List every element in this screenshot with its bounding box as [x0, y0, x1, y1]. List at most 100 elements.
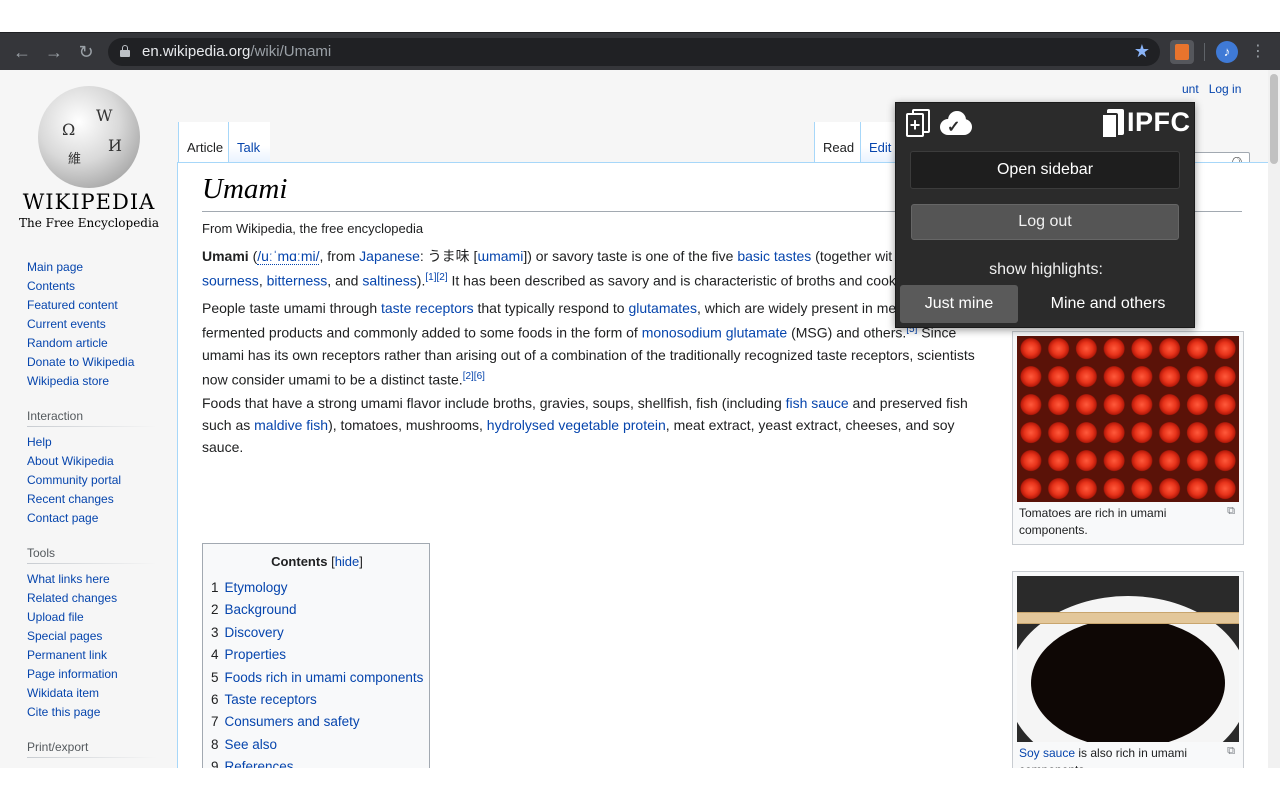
msg-link[interactable]: monosodium glutamate: [642, 325, 788, 341]
toc-link[interactable]: Taste receptors: [225, 692, 317, 707]
sidebar-link[interactable]: Cite this page: [27, 703, 157, 722]
sidebar-link[interactable]: About Wikipedia: [27, 452, 157, 471]
tomatoes-image[interactable]: [1017, 336, 1239, 502]
lock-icon[interactable]: [120, 45, 130, 57]
sidebar-link[interactable]: What links here: [27, 570, 157, 589]
toc-item[interactable]: 6 Taste receptors: [211, 692, 317, 707]
toc-item[interactable]: 8 See also: [211, 737, 277, 752]
toc-number: 1: [211, 580, 219, 595]
forward-icon[interactable]: →: [44, 42, 64, 62]
create-account-link[interactable]: unt: [1182, 82, 1199, 96]
toc-link[interactable]: Background: [225, 602, 297, 617]
toc-number: 4: [211, 647, 219, 663]
toc-item[interactable]: 9 References: [211, 759, 294, 768]
toc-link[interactable]: References: [225, 759, 294, 768]
toc-item[interactable]: 5 Foods rich in umami components: [211, 670, 423, 685]
text: People taste umami through: [202, 300, 381, 316]
sidebar-link[interactable]: Page information: [27, 665, 157, 684]
maldive-fish-link[interactable]: maldive fish: [254, 417, 328, 433]
sidebar-link[interactable]: Permanent link: [27, 646, 157, 665]
sidebar-link[interactable]: Wikipedia store: [27, 372, 157, 391]
japanese-link[interactable]: Japanese: [359, 248, 420, 264]
extension-icon[interactable]: [1170, 40, 1194, 64]
bitterness-link[interactable]: bitterness: [267, 273, 328, 289]
back-icon[interactable]: ←: [12, 42, 32, 62]
sidebar-heading: Tools: [27, 544, 157, 564]
sidebar-link[interactable]: Random article: [27, 334, 157, 353]
toc-item[interactable]: 2 Background: [211, 602, 297, 617]
profile-avatar[interactable]: ♪: [1216, 41, 1238, 63]
tab-edit[interactable]: Edit: [860, 122, 900, 162]
saltiness-link[interactable]: saltiness: [362, 273, 416, 289]
just-mine-option[interactable]: Just mine: [900, 285, 1018, 323]
sidebar-link[interactable]: Download as PDF: [27, 764, 157, 768]
enlarge-icon[interactable]: ⧉: [1227, 505, 1235, 518]
sidebar-link[interactable]: Contact page: [27, 509, 157, 528]
tab-talk[interactable]: Talk: [228, 122, 270, 162]
text: (together wit: [811, 248, 893, 264]
sidebar-link[interactable]: Current events: [27, 315, 157, 334]
toc-item[interactable]: 3 Discovery: [211, 625, 284, 640]
toc-item[interactable]: 7 Consumers and safety: [211, 714, 360, 729]
mine-and-others-option[interactable]: Mine and others: [1024, 285, 1192, 323]
log-in-link[interactable]: Log in: [1209, 82, 1242, 96]
scrollbar-thumb[interactable]: [1270, 74, 1278, 164]
toc-number: 5: [211, 669, 219, 685]
toc-link[interactable]: Properties: [225, 647, 287, 662]
enlarge-icon[interactable]: ⧉: [1227, 745, 1235, 758]
sourness-link[interactable]: sourness: [202, 273, 259, 289]
star-icon[interactable]: ★: [1134, 41, 1150, 62]
toc-link[interactable]: Foods rich in umami components: [225, 670, 424, 685]
soy-sauce-image[interactable]: [1017, 576, 1239, 742]
sidebar-link[interactable]: Help: [27, 433, 157, 452]
toc-link[interactable]: Discovery: [225, 625, 284, 640]
fish-sauce-link[interactable]: fish sauce: [786, 395, 849, 411]
toolbar-divider: [1204, 43, 1205, 61]
toc-item[interactable]: 4 Properties: [211, 647, 286, 662]
wordmark: WIKIPEDIA: [22, 190, 156, 214]
glutamates-link[interactable]: glutamates: [628, 300, 696, 316]
hvp-link[interactable]: hydrolysed vegetable protein: [487, 417, 666, 433]
log-out-button[interactable]: Log out: [911, 204, 1179, 240]
toc-link[interactable]: Consumers and safety: [225, 714, 360, 729]
sidebar-link[interactable]: Contents: [27, 277, 157, 296]
toc-link[interactable]: See also: [225, 737, 278, 752]
sidebar-link[interactable]: Community portal: [27, 471, 157, 490]
taste-receptors-link[interactable]: taste receptors: [381, 300, 474, 316]
ipa-link[interactable]: /uːˈmɑːmi/: [257, 248, 320, 265]
citation-link[interactable]: [1][2]: [425, 272, 447, 283]
open-sidebar-button[interactable]: Open sidebar: [910, 151, 1180, 189]
address-bar[interactable]: en.wikipedia.org/wiki/Umami ★: [108, 38, 1160, 66]
sidebar-link[interactable]: Donate to Wikipedia: [27, 353, 157, 372]
page-title: Umami: [202, 173, 288, 205]
sidebar-link[interactable]: Upload file: [27, 608, 157, 627]
text: (: [248, 248, 258, 264]
sidebar-link[interactable]: Recent changes: [27, 490, 157, 509]
sidebar-link[interactable]: Special pages: [27, 627, 157, 646]
reload-icon[interactable]: ↻: [76, 42, 96, 62]
url-text[interactable]: en.wikipedia.org/wiki/Umami: [142, 43, 331, 60]
sidebar-link[interactable]: Featured content: [27, 296, 157, 315]
cloud-sync-icon[interactable]: ✓: [938, 109, 974, 137]
wikipedia-logo[interactable]: Ω W 維 И WIKIPEDIA The Free Encyclopedia: [14, 76, 164, 230]
menu-icon[interactable]: ⋮: [1250, 40, 1266, 64]
cards-icon: [1101, 109, 1125, 139]
sidebar-link[interactable]: Wikidata item: [27, 684, 157, 703]
basic-tastes-link[interactable]: basic tastes: [737, 248, 811, 264]
thumbnail-caption: Soy sauce is also rich in umami componen…: [1019, 745, 1219, 768]
citation-link[interactable]: [2][6]: [463, 371, 485, 382]
tab-read[interactable]: Read: [814, 122, 860, 162]
sidebar-link[interactable]: Related changes: [27, 589, 157, 608]
text: : うま味 [: [419, 248, 478, 264]
sidebar-heading: Interaction: [27, 407, 157, 427]
tab-article[interactable]: Article: [178, 122, 228, 162]
sidebar-link[interactable]: Main page: [27, 258, 157, 277]
page-scrollbar[interactable]: [1268, 70, 1280, 768]
ipa-link[interactable]: ɯmami: [477, 248, 523, 264]
toc-hide-link[interactable]: hide: [335, 554, 360, 569]
toc-item[interactable]: 1 Etymology: [211, 580, 288, 595]
toc-link[interactable]: Etymology: [225, 580, 288, 595]
add-card-icon[interactable]: +: [906, 109, 930, 137]
site-sub: From Wikipedia, the free encyclopedia: [202, 221, 424, 236]
soy-sauce-link[interactable]: Soy sauce: [1019, 746, 1075, 760]
